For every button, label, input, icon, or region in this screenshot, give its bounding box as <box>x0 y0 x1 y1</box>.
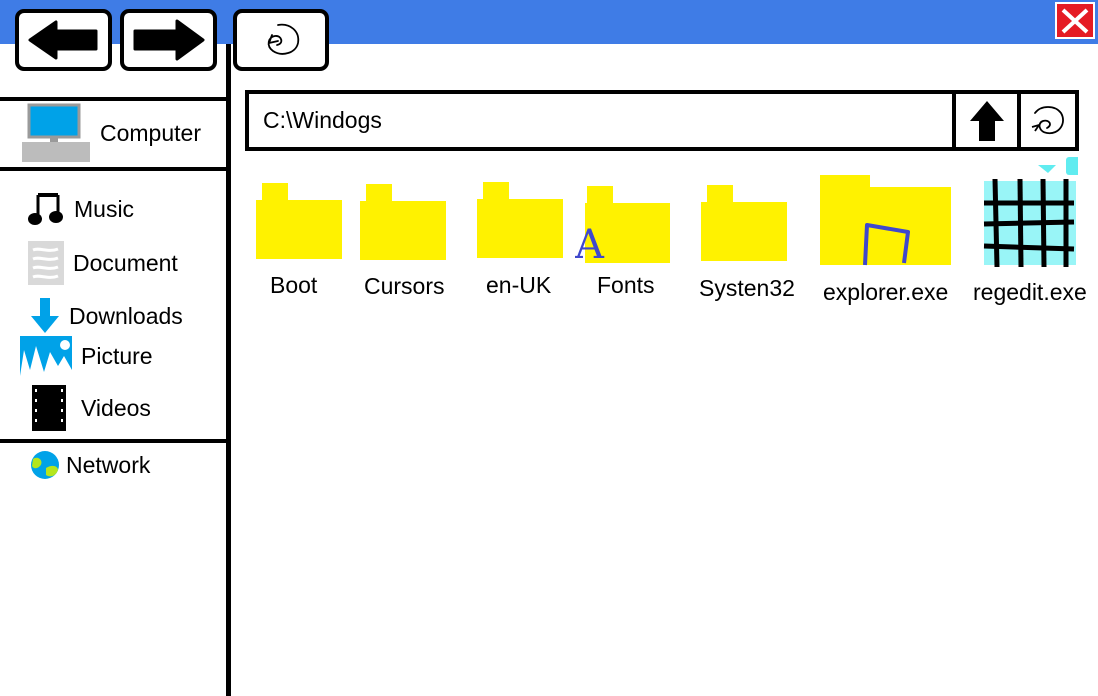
sidebar-item-document[interactable]: Document <box>28 241 178 285</box>
sidebar-item-label: Videos <box>81 394 151 421</box>
sidebar-item-label: Music <box>74 195 135 222</box>
svg-text:A: A <box>575 222 605 266</box>
address-refresh-button[interactable] <box>1021 94 1075 147</box>
film-icon <box>32 385 66 431</box>
computer-icon <box>22 103 92 163</box>
explorer-exe-icon <box>820 175 951 266</box>
arrow-left-icon <box>28 20 97 60</box>
sidebar-item-music[interactable]: Music <box>28 191 134 227</box>
forward-button[interactable] <box>120 9 217 71</box>
document-icon <box>28 241 64 285</box>
sidebar-item-label: Picture <box>81 342 153 369</box>
file-name: regedit.exe <box>973 279 1087 305</box>
font-folder-icon: A <box>575 186 670 266</box>
file-name: Systen32 <box>699 275 795 301</box>
sidebar-divider-libraries <box>0 439 228 443</box>
file-name: explorer.exe <box>823 279 949 305</box>
sidebar-item-computer[interactable]: Computer <box>22 103 201 163</box>
arrow-right-icon <box>133 19 204 61</box>
refresh-swirl-icon <box>267 23 300 55</box>
folder-icon <box>477 182 563 258</box>
close-icon <box>1061 8 1089 33</box>
sidebar-item-label: Network <box>66 451 151 478</box>
sidebar-divider <box>226 44 231 696</box>
up-folder-button[interactable] <box>956 94 1017 147</box>
refresh-swirl-icon <box>1031 105 1064 134</box>
address-bar: C:\Windogs <box>245 90 1079 151</box>
picture-icon <box>20 336 72 376</box>
file-name: Boot <box>270 272 318 298</box>
sidebar-divider-top <box>0 97 228 101</box>
close-button[interactable] <box>1055 2 1095 39</box>
folder-icon <box>360 184 446 260</box>
sidebar-item-network[interactable]: Network <box>30 450 150 480</box>
regedit-exe-icon <box>983 157 1078 268</box>
sidebar-item-downloads[interactable]: Downloads <box>30 298 183 334</box>
arrow-up-icon <box>969 100 1004 141</box>
sidebar-item-picture[interactable]: Picture <box>20 336 153 376</box>
sidebar-item-label: Document <box>73 249 178 276</box>
sidebar-item-label: Downloads <box>69 302 183 329</box>
download-arrow-icon <box>30 298 60 334</box>
address-input[interactable]: C:\Windogs <box>263 107 382 134</box>
file-name: Cursors <box>364 273 445 299</box>
file-name: en-UK <box>486 272 552 298</box>
sidebar-item-videos[interactable]: Videos <box>32 385 151 431</box>
file-name: Fonts <box>597 272 655 298</box>
music-note-icon <box>28 191 66 227</box>
back-button[interactable] <box>15 9 112 71</box>
refresh-button[interactable] <box>233 9 329 71</box>
sidebar-divider-computer <box>0 167 228 171</box>
globe-icon <box>30 450 60 480</box>
sidebar-item-label: Computer <box>100 119 201 146</box>
folder-icon <box>701 185 787 261</box>
folder-icon <box>256 183 342 259</box>
